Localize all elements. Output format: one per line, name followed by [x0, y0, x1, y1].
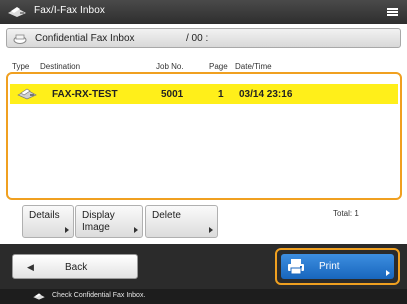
- table-row[interactable]: FAX-RX-TEST 5001 1 03/14 23:16: [10, 84, 398, 104]
- job-datetime: 03/14 23:16: [239, 89, 293, 100]
- total-count: Total: 1: [333, 209, 359, 218]
- submenu-triangle-icon: [386, 270, 390, 276]
- submenu-triangle-icon: [65, 227, 69, 233]
- print-label: Print: [319, 261, 340, 272]
- fax-machine-icon: [33, 293, 45, 300]
- back-label: Back: [65, 262, 88, 273]
- left-arrow-icon: ◀: [27, 262, 34, 272]
- delete-button[interactable]: Delete: [145, 205, 218, 238]
- column-header-page: Page: [209, 62, 228, 71]
- display-image-label: Display Image: [82, 210, 115, 233]
- box-name: Confidential Fax Inbox: [35, 33, 135, 44]
- hamburger-menu-icon: [387, 8, 398, 10]
- status-message: Check Confidential Fax Inbox.: [52, 292, 146, 299]
- tray-icon: [13, 34, 27, 44]
- screen: Fax/I-Fax Inbox Confidential Fax Inbox /…: [0, 0, 407, 304]
- fax-machine-icon: [17, 88, 37, 100]
- title-bar: Fax/I-Fax Inbox: [0, 0, 407, 24]
- submenu-triangle-icon: [209, 227, 213, 233]
- column-header-job-no: Job No.: [156, 62, 184, 71]
- column-header-type: Type: [12, 62, 30, 71]
- job-destination: FAX-RX-TEST: [52, 89, 118, 100]
- box-number: / 00 :: [186, 33, 209, 44]
- fax-machine-icon: [8, 7, 26, 17]
- box-header: Confidential Fax Inbox / 00 :: [6, 28, 401, 48]
- window-title: Fax/I-Fax Inbox: [34, 5, 105, 16]
- column-header-destination: Destination: [40, 62, 81, 71]
- details-button[interactable]: Details: [22, 205, 74, 238]
- job-page-count: 1: [218, 89, 224, 100]
- details-label: Details: [29, 210, 60, 221]
- job-number: 5001: [161, 89, 184, 100]
- delete-label: Delete: [152, 210, 181, 221]
- print-button[interactable]: Print: [281, 254, 394, 279]
- column-header-datetime: Date/Time: [235, 62, 272, 71]
- menu-button[interactable]: [377, 0, 407, 24]
- submenu-triangle-icon: [134, 227, 138, 233]
- print-button-focus-ring: Print: [275, 248, 400, 285]
- back-button[interactable]: ◀ Back: [12, 254, 138, 279]
- status-bar: Check Confidential Fax Inbox.: [0, 289, 407, 304]
- command-bar: ◀ Back Print: [0, 244, 407, 289]
- job-list[interactable]: FAX-RX-TEST 5001 1 03/14 23:16: [6, 72, 402, 200]
- display-image-button[interactable]: Display Image: [75, 205, 143, 238]
- printer-icon: [288, 259, 304, 275]
